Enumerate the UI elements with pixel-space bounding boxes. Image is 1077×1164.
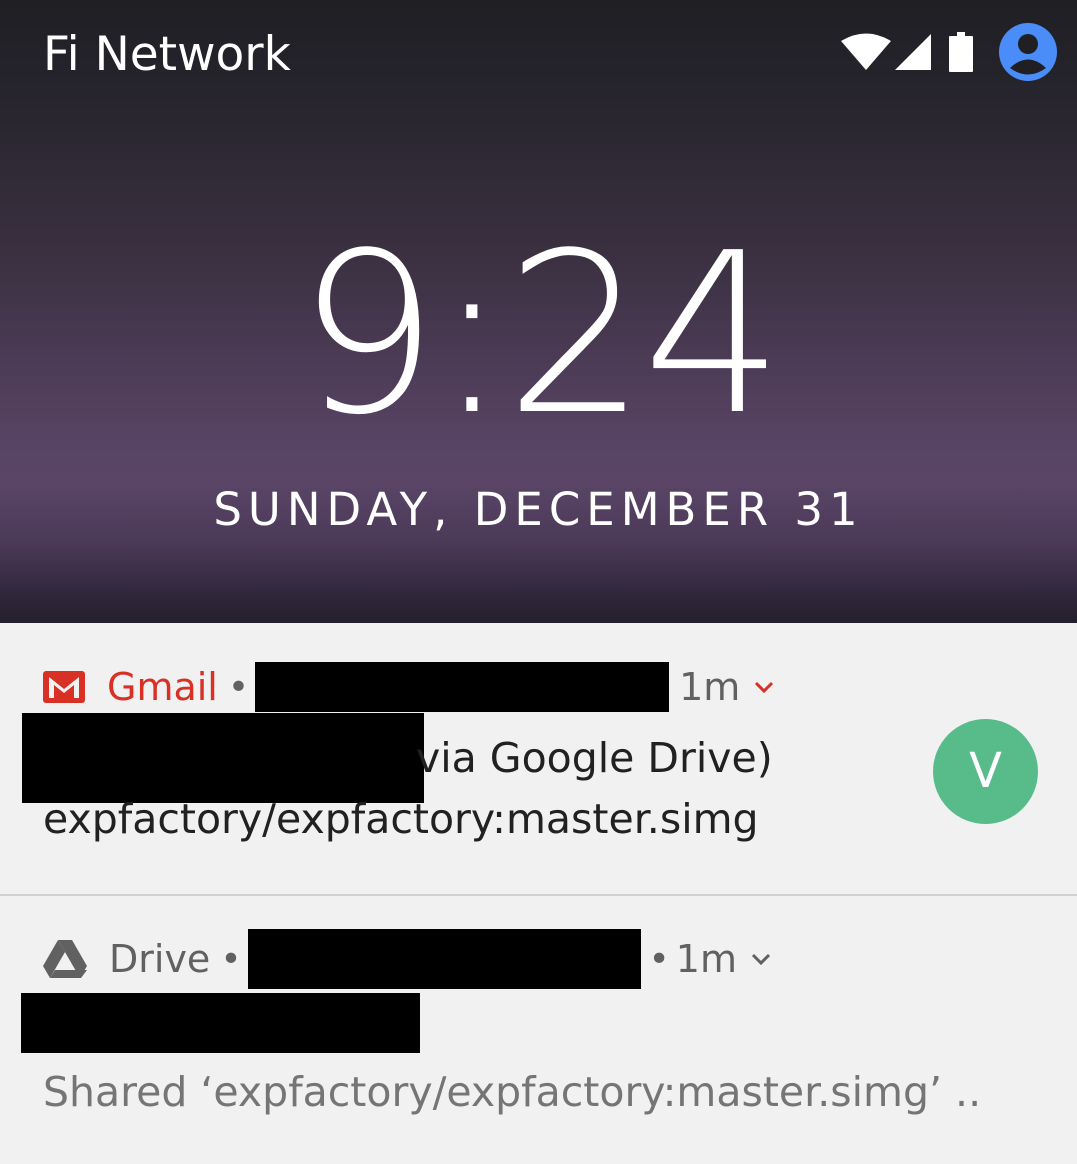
app-name: Gmail — [107, 665, 218, 709]
signal-icon — [895, 34, 931, 70]
gmail-icon — [43, 671, 85, 703]
redacted-title — [22, 713, 424, 803]
notification-time: 1m — [675, 937, 737, 981]
notification-drive[interactable]: Drive • • 1m Shared ‘expfactory/expfacto… — [0, 896, 1077, 1164]
header-separator: • — [227, 666, 250, 708]
account-icon[interactable] — [999, 23, 1057, 81]
redacted-sender — [255, 662, 670, 712]
notification-body: Shared ‘expfactory/expfactory:master.sim… — [43, 1068, 982, 1116]
notification-title: via Google Drive) — [22, 713, 773, 803]
app-name: Drive — [109, 937, 211, 981]
chevron-down-icon[interactable] — [754, 680, 774, 694]
drive-icon — [43, 940, 87, 978]
avatar: V — [933, 719, 1038, 824]
lockscreen: Fi Network 9:24 SUNDAY, DECEMBER 31 — [0, 0, 1077, 623]
notification-body: expfactory/expfactory:master.simg — [43, 795, 759, 843]
notification-gmail[interactable]: Gmail • 1m via Google Drive) expfactory/… — [0, 623, 1077, 894]
notification-header: Gmail • 1m — [43, 659, 774, 715]
header-separator: • — [648, 938, 670, 980]
wifi-icon — [841, 33, 891, 70]
notification-time: 1m — [679, 665, 741, 709]
carrier-name: Fi Network — [43, 27, 291, 82]
title-text: via Google Drive) — [416, 734, 773, 782]
battery-icon — [949, 32, 973, 72]
status-icons — [841, 22, 1057, 82]
lockscreen-date: SUNDAY, DECEMBER 31 — [213, 483, 864, 536]
redacted-title — [21, 993, 420, 1053]
lockscreen-clock: 9:24 — [297, 206, 784, 464]
notification-header: Drive • • 1m — [43, 929, 771, 989]
header-separator: • — [220, 938, 242, 980]
chevron-down-icon[interactable] — [751, 952, 771, 966]
redacted-sender — [247, 929, 641, 989]
